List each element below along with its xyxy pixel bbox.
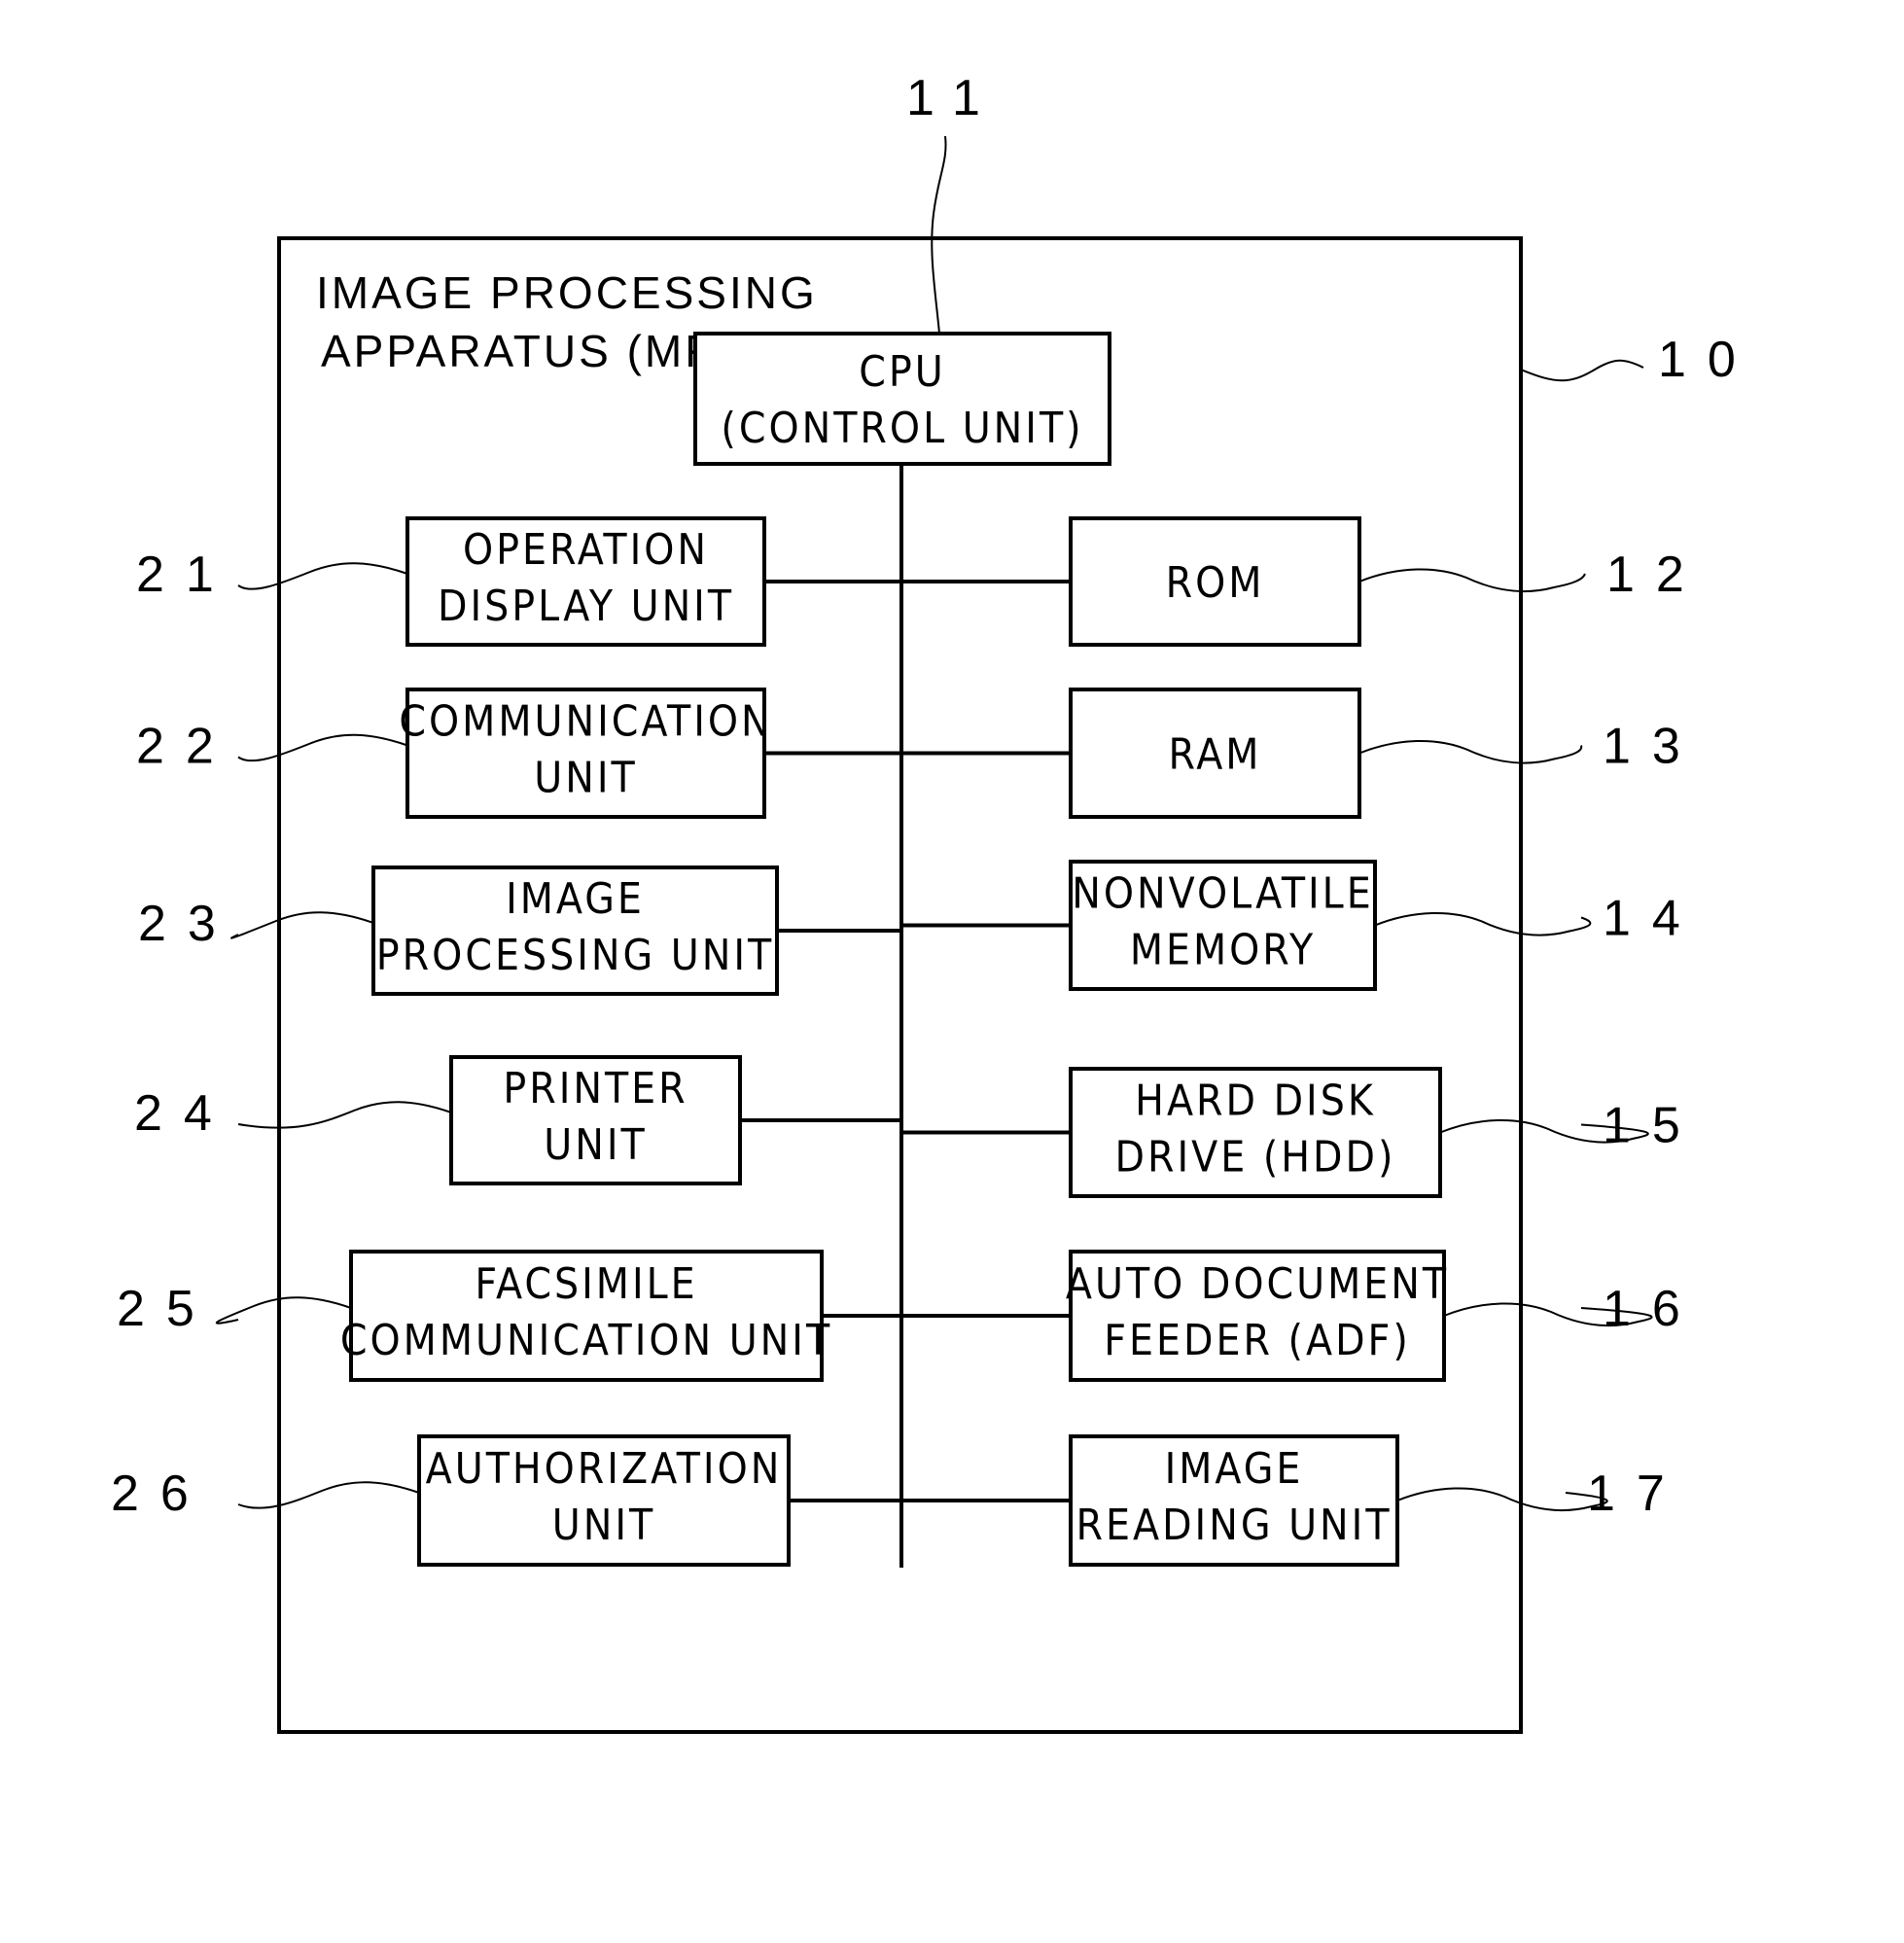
hard-disk-drive-label-line-2: DRIVE (HDD) xyxy=(1115,1133,1396,1183)
image-reading-unit-label-line-1: IMAGE xyxy=(1165,1444,1304,1494)
rom-label-line-1: ROM xyxy=(1166,558,1265,608)
leader-26 xyxy=(237,1481,420,1509)
leader-17 xyxy=(1396,1487,1608,1512)
authorization-unit-label-line-2: UNIT xyxy=(552,1501,655,1550)
leader-10 xyxy=(1520,359,1644,382)
ref-label-16: 16 xyxy=(1603,1281,1702,1337)
leader-12 xyxy=(1358,568,1586,593)
nonvolatile-memory-label-line-1: NONVOLATILE xyxy=(1072,869,1373,919)
ref-label-25: 25 xyxy=(117,1281,216,1337)
ref-label-21: 21 xyxy=(136,547,235,603)
leader-13 xyxy=(1358,739,1583,764)
image-reading-unit-label-line-2: READING UNIT xyxy=(1075,1501,1392,1550)
ref-label-15: 15 xyxy=(1603,1098,1702,1154)
communication-unit-label-line-1: COMMUNICATION xyxy=(399,697,772,747)
block-diagram: IMAGE PROCESSING APPARATUS (MFP) 10 CPU … xyxy=(111,70,1757,1734)
image-processing-unit-label-line-2: PROCESSING UNIT xyxy=(376,931,774,980)
leader-25 xyxy=(215,1296,352,1325)
leader-24 xyxy=(237,1101,452,1129)
facsimile-communication-unit-label-line-2: COMMUNICATION UNIT xyxy=(340,1316,832,1365)
leader-22 xyxy=(237,733,408,762)
leader-21 xyxy=(237,562,408,590)
printer-unit-label-line-1: PRINTER xyxy=(503,1064,688,1113)
auto-document-feeder-label-line-1: AUTO DOCUMENT xyxy=(1066,1259,1449,1309)
leader-23 xyxy=(230,911,374,939)
communication-unit-label-line-2: UNIT xyxy=(534,754,637,803)
ram-label-line-1: RAM xyxy=(1169,730,1262,780)
hard-disk-drive-label-line-1: HARD DISK xyxy=(1135,1077,1376,1126)
cpu-label-line-1: CPU xyxy=(859,347,946,397)
printer-unit-label-line-2: UNIT xyxy=(544,1120,647,1170)
leader-11 xyxy=(931,135,947,335)
facsimile-communication-unit-label-line-1: FACSIMILE xyxy=(475,1259,697,1309)
nonvolatile-memory-label-line-2: MEMORY xyxy=(1130,926,1316,975)
ref-label-26: 26 xyxy=(111,1466,210,1522)
ref-label-22: 22 xyxy=(136,719,235,775)
apparatus-title-line-1: IMAGE PROCESSING xyxy=(316,267,818,318)
cpu-label-line-2: (CONTROL UNIT) xyxy=(721,404,1083,453)
ref-label-23: 23 xyxy=(138,896,237,952)
ref-label-11: 11 xyxy=(906,70,1002,126)
authorization-unit-label-line-1: AUTHORIZATION xyxy=(426,1444,783,1494)
leader-14 xyxy=(1374,911,1592,936)
ref-label-17: 17 xyxy=(1587,1466,1686,1522)
auto-document-feeder-label-line-2: FEEDER (ADF) xyxy=(1104,1316,1411,1365)
operation-display-unit-label-line-1: OPERATION xyxy=(463,525,709,575)
ref-label-14: 14 xyxy=(1603,891,1702,947)
ref-label-12: 12 xyxy=(1606,547,1706,603)
operation-display-unit-label-line-2: DISPLAY UNIT xyxy=(438,582,734,631)
image-processing-unit-label-line-1: IMAGE xyxy=(506,874,645,924)
ref-label-10: 10 xyxy=(1658,332,1757,388)
ref-label-24: 24 xyxy=(134,1085,233,1142)
ref-label-13: 13 xyxy=(1603,719,1702,775)
